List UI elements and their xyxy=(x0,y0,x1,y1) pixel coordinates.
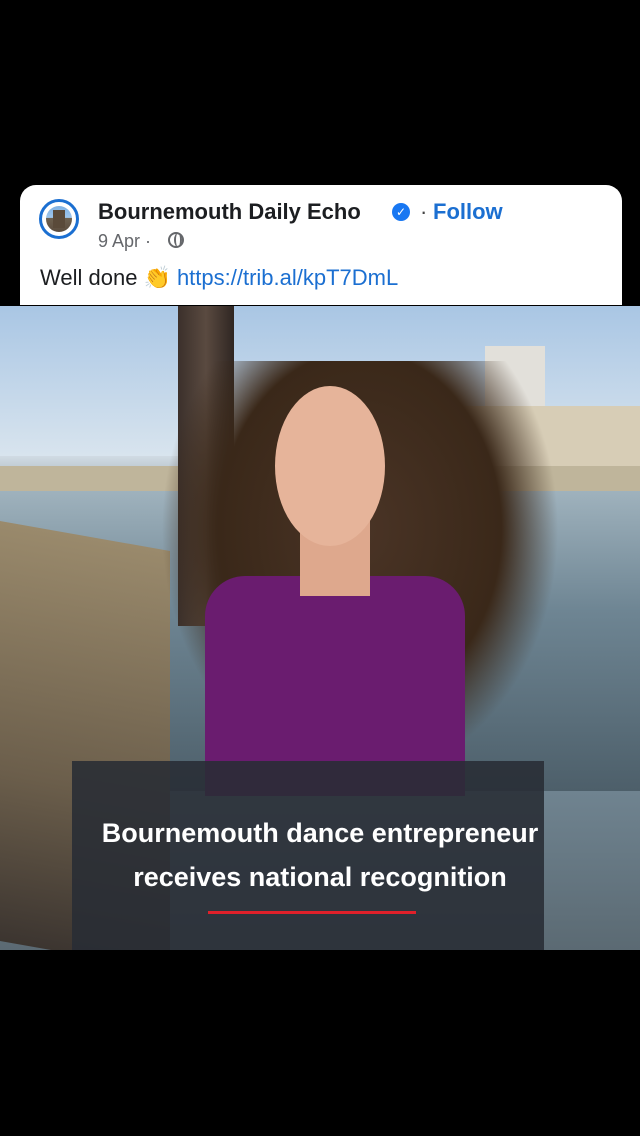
post-date: 9 Apr · xyxy=(98,231,152,251)
page-avatar[interactable] xyxy=(39,199,79,239)
caption-underline xyxy=(208,911,416,914)
follow-button[interactable]: Follow xyxy=(433,199,503,225)
bottom-black-area xyxy=(0,950,640,1136)
image-caption: Bournemouth dance entrepreneur receives … xyxy=(0,811,640,899)
woman-face xyxy=(275,386,385,546)
top-black-area xyxy=(0,0,640,185)
post-message: Well done 👏 xyxy=(40,265,171,290)
follow-separator: · xyxy=(420,199,428,224)
public-audience-icon xyxy=(168,232,184,248)
caption-line-2: receives national recognition xyxy=(133,862,507,892)
post-header-card: Bournemouth Daily Echo ✓ · Follow 9 Apr … xyxy=(20,185,622,305)
verified-badge-icon: ✓ xyxy=(392,203,410,221)
page-name[interactable]: Bournemouth Daily Echo xyxy=(98,199,361,225)
post-text: Well done 👏 https://trib.al/kpT7DmL xyxy=(40,265,398,291)
post-link[interactable]: https://trib.al/kpT7DmL xyxy=(177,265,398,290)
post-image[interactable]: Bournemouth dance entrepreneur receives … xyxy=(0,306,640,950)
caption-line-1: Bournemouth dance entrepreneur xyxy=(101,818,539,848)
avatar-tower-shape xyxy=(53,210,65,228)
